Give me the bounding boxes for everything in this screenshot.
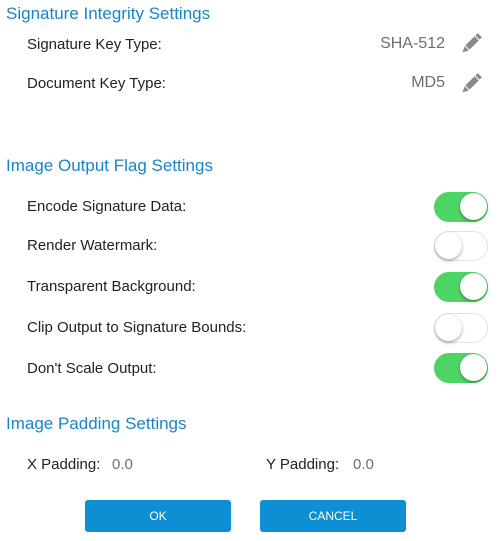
render-watermark-label: Render Watermark: — [27, 237, 158, 254]
image-output-section-title: Image Output Flag Settings — [6, 156, 213, 175]
ok-button[interactable]: OK — [85, 500, 231, 532]
toggle-knob — [460, 273, 487, 300]
toggle-knob — [460, 193, 487, 220]
encode-signature-data-toggle[interactable] — [434, 192, 488, 222]
x-padding-value[interactable]: 0.0 — [112, 456, 133, 473]
toggle-knob — [460, 354, 487, 381]
signature-key-type-value: SHA-512 — [380, 35, 445, 52]
x-padding-label: X Padding: — [27, 456, 101, 473]
encode-signature-data-label: Encode Signature Data: — [27, 198, 187, 215]
toggle-knob — [435, 314, 462, 341]
dont-scale-output-label: Don't Scale Output: — [27, 360, 157, 377]
dont-scale-output-toggle[interactable] — [434, 353, 488, 383]
clip-output-label: Clip Output to Signature Bounds: — [27, 319, 247, 336]
transparent-background-toggle[interactable] — [434, 272, 488, 302]
toggle-knob — [435, 232, 462, 259]
signature-integrity-section-title: Signature Integrity Settings — [6, 4, 211, 23]
render-watermark-toggle[interactable] — [434, 231, 488, 261]
clip-output-toggle[interactable] — [434, 313, 488, 343]
cancel-button[interactable]: CANCEL — [260, 500, 406, 532]
y-padding-label: Y Padding: — [266, 456, 340, 473]
pencil-icon[interactable] — [458, 31, 484, 57]
image-padding-section-title: Image Padding Settings — [6, 414, 187, 433]
document-key-type-label: Document Key Type: — [27, 75, 166, 92]
signature-key-type-label: Signature Key Type: — [27, 36, 162, 53]
y-padding-value[interactable]: 0.0 — [353, 456, 374, 473]
transparent-background-label: Transparent Background: — [27, 278, 196, 295]
pencil-icon[interactable] — [458, 71, 484, 97]
document-key-type-value: MD5 — [411, 74, 445, 91]
